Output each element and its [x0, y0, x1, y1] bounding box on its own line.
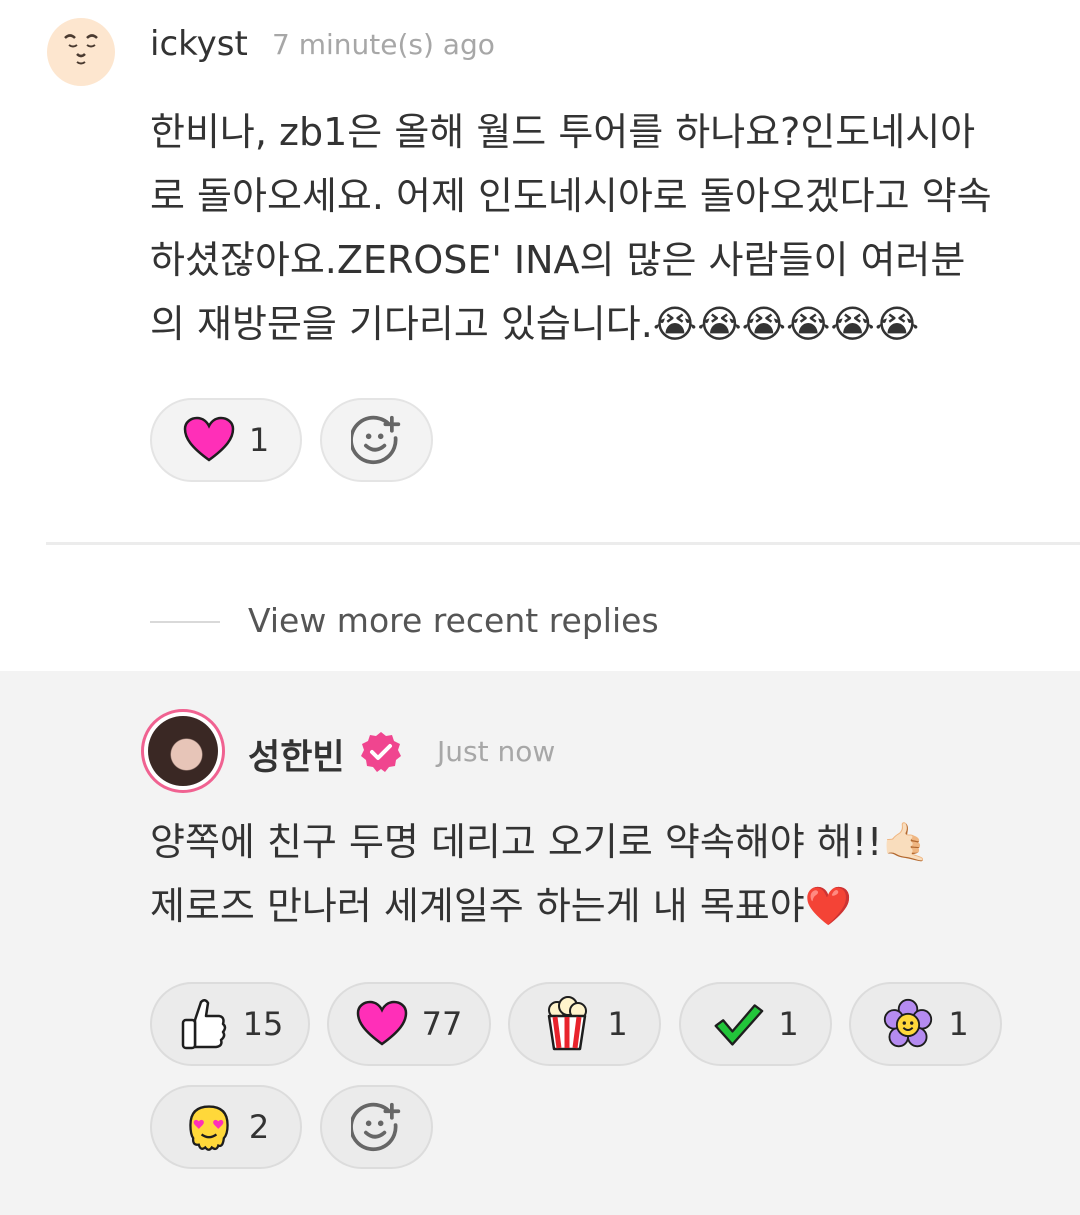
add-emoji-icon: [350, 414, 403, 466]
smiley-face-icon: [64, 34, 98, 65]
reaction-popcorn-button[interactable]: 1: [508, 982, 661, 1066]
melting-love-face-icon: [183, 1101, 235, 1153]
reaction-count: 77: [421, 1005, 463, 1043]
view-more-replies-link[interactable]: View more recent replies: [248, 601, 659, 640]
add-reaction-button[interactable]: [320, 398, 433, 482]
avatar[interactable]: [47, 18, 115, 86]
reaction-count: 1: [248, 421, 270, 459]
reaction-checkmark-button[interactable]: 1: [679, 982, 832, 1066]
avatar[interactable]: [141, 709, 225, 793]
comment-timestamp: 7 minute(s) ago: [272, 28, 495, 61]
reaction-count: 1: [778, 1005, 799, 1043]
reaction-heart-button[interactable]: 77: [327, 982, 491, 1066]
add-reaction-button[interactable]: [320, 1085, 433, 1169]
reply-text: 양쪽에 친구 두명 데리고 오기로 약속해야 해!!🤙🏻 제로즈 만나러 세계일…: [150, 820, 930, 928]
reaction-heart-button[interactable]: 1: [150, 398, 302, 482]
divider: [46, 542, 1080, 545]
heart-icon: [183, 414, 235, 466]
reaction-count: 1: [607, 1005, 628, 1043]
reaction-melting-face-button[interactable]: 2: [150, 1085, 302, 1169]
reply-username[interactable]: 성한빈: [248, 729, 345, 780]
reaction-thumbs-up-button[interactable]: 15: [150, 982, 310, 1066]
reply: 성한빈 Just now 양쪽에 친구 두명 데리고 오기로 약속해야 해!!🤙…: [0, 671, 1080, 1215]
thumbs-up-icon: [177, 998, 229, 1050]
reaction-count: 15: [242, 1005, 284, 1043]
add-emoji-icon: [350, 1101, 403, 1153]
reaction-count: 2: [248, 1108, 270, 1146]
flower-icon: [882, 998, 934, 1050]
comment-thread: ickyst 7 minute(s) ago 한비나, zb1은 올해 월드 투…: [0, 0, 1080, 1215]
reaction-count: 1: [948, 1005, 969, 1043]
verified-badge-icon: [361, 732, 401, 772]
avatar-image: [148, 716, 218, 786]
comment-username[interactable]: ickyst: [150, 24, 248, 64]
comment-text: 한비나, zb1은 올해 월드 투어를 하나요?인도네시아 로 돌아오세요. 어…: [150, 110, 992, 346]
popcorn-icon: [541, 996, 593, 1051]
comment: ickyst 7 minute(s) ago 한비나, zb1은 올해 월드 투…: [0, 0, 1080, 545]
checkmark-icon: [712, 998, 764, 1050]
view-more-line: [150, 621, 220, 623]
reply-timestamp: Just now: [437, 735, 556, 768]
reaction-flower-button[interactable]: 1: [849, 982, 1002, 1066]
heart-icon: [356, 998, 408, 1050]
